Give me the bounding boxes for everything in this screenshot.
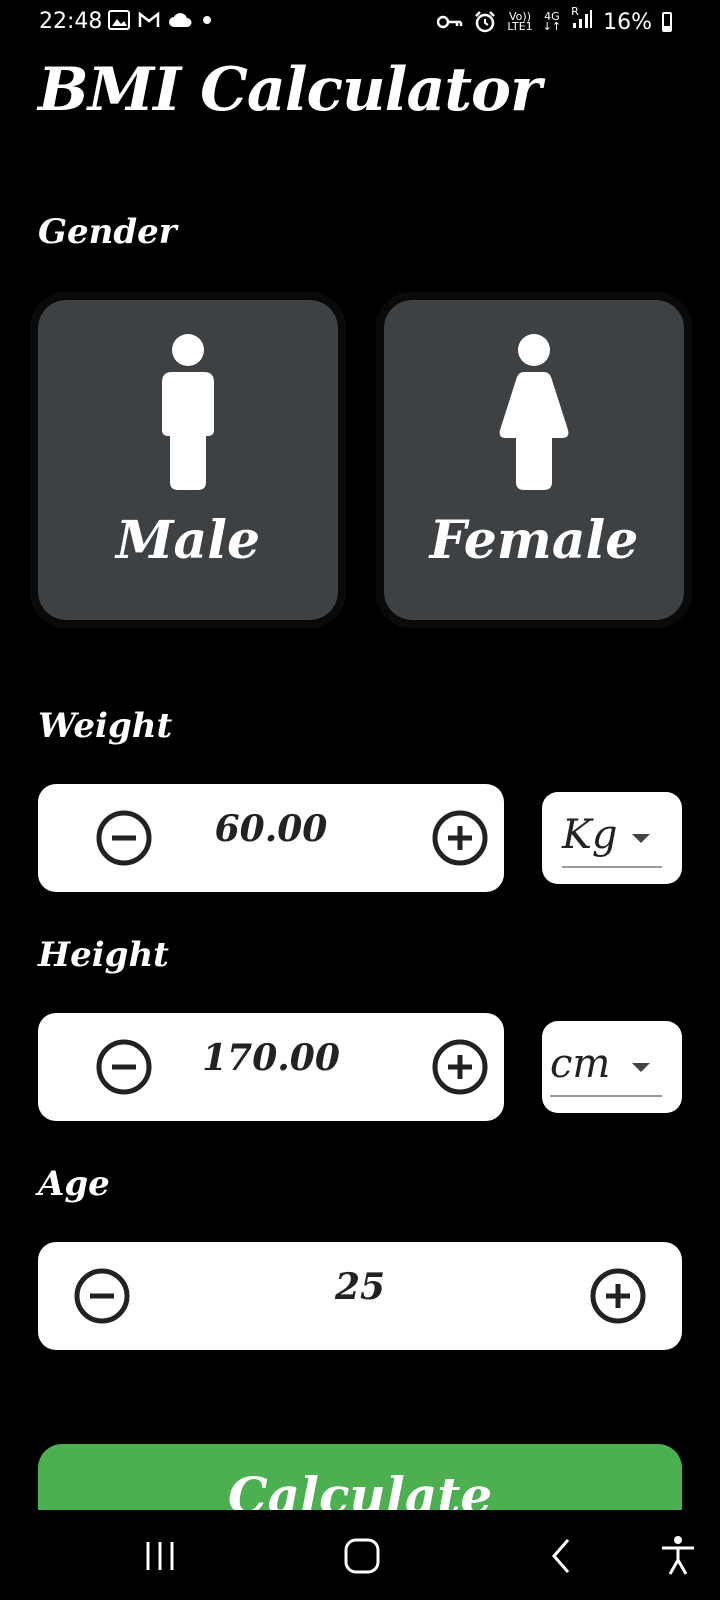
male-card[interactable]: Male	[30, 292, 346, 628]
age-value[interactable]: 25	[38, 1266, 682, 1308]
height-unit: cm	[550, 1041, 611, 1087]
age-increment-button[interactable]	[590, 1268, 646, 1324]
height-label: Height	[38, 935, 169, 975]
gmail-icon	[138, 11, 160, 27]
image-icon	[108, 10, 130, 30]
underline	[562, 866, 662, 868]
weight-unit-select[interactable]: Kg	[542, 792, 682, 884]
status-right: Vo)) LTE1 4G ↓↑ R 16%	[437, 6, 672, 35]
battery-icon	[662, 12, 672, 32]
weight-stepper: 60.00	[38, 784, 504, 892]
notification-icons	[108, 10, 214, 30]
battery-percent: 16%	[603, 9, 652, 35]
volte-indicator: Vo)) LTE1	[507, 10, 533, 33]
system-nav-bar	[0, 1510, 720, 1600]
height-increment-button[interactable]	[432, 1039, 488, 1095]
alarm-icon	[475, 11, 496, 33]
weight-label: Weight	[38, 706, 173, 746]
page-title: BMI Calculator	[38, 55, 542, 125]
accessibility-icon[interactable]	[656, 1534, 700, 1578]
home-icon[interactable]	[340, 1534, 384, 1578]
vpn-key-icon	[437, 15, 463, 29]
signal-icon: R	[571, 6, 593, 35]
network-type: 4G ↓↑	[542, 10, 562, 33]
dot-icon	[203, 16, 211, 24]
status-bar: 22:48 Vo)) LTE1 4G ↓↑ R 16%	[0, 0, 720, 44]
gender-label: Gender	[38, 212, 177, 252]
male-icon	[162, 334, 214, 490]
weight-increment-button[interactable]	[432, 810, 488, 866]
back-icon[interactable]	[540, 1534, 584, 1578]
female-label: Female	[429, 510, 639, 571]
female-icon	[499, 334, 569, 490]
weight-unit: Kg	[562, 812, 618, 858]
status-time: 22:48	[39, 9, 103, 34]
age-label: Age	[38, 1164, 110, 1204]
underline	[550, 1095, 662, 1097]
male-label: Male	[115, 510, 261, 571]
recent-apps-icon[interactable]	[138, 1534, 182, 1578]
chevron-down-icon	[632, 1063, 650, 1072]
age-stepper: 25	[38, 1242, 682, 1350]
female-card[interactable]: Female	[376, 292, 692, 628]
chevron-down-icon	[632, 834, 650, 843]
height-unit-select[interactable]: cm	[542, 1021, 682, 1113]
height-stepper: 170.00	[38, 1013, 504, 1121]
cloud-icon	[169, 13, 192, 27]
